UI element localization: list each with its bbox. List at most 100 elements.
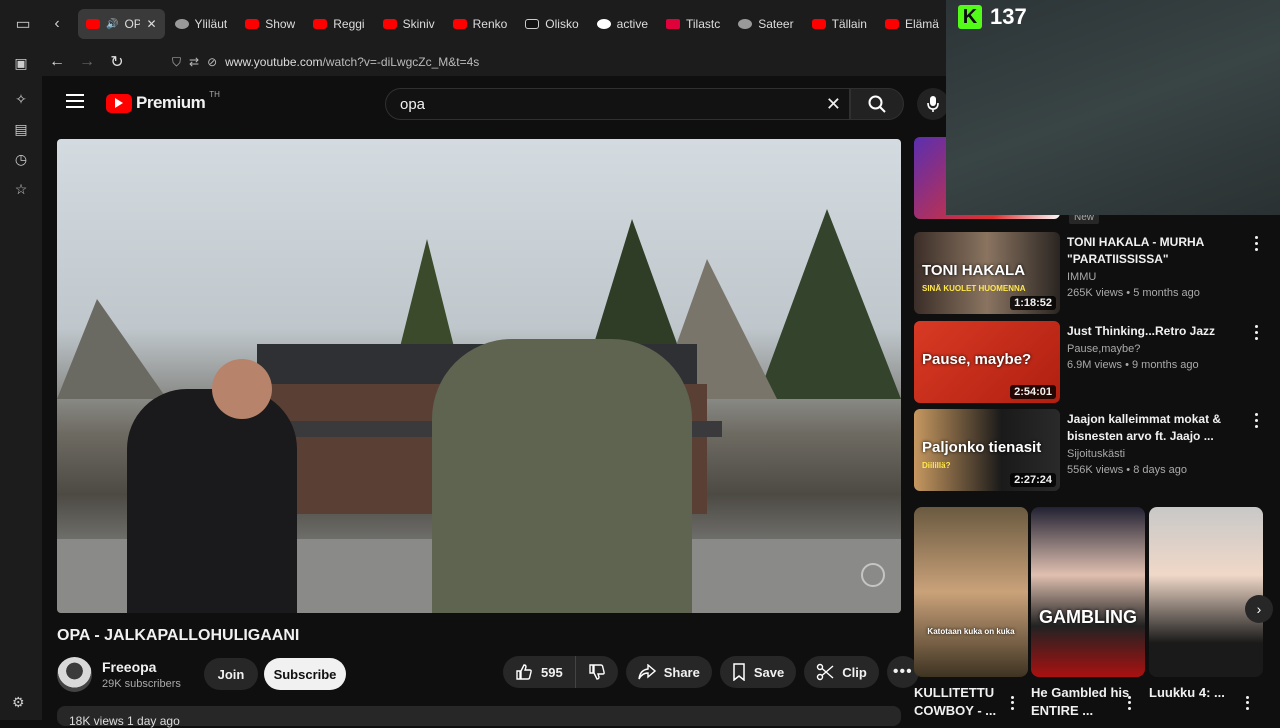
url-field[interactable]: ⛉ ⇄ ⊘ www.youtube.com/watch?v=-diLwgcZc_… [172, 55, 479, 70]
youtube-premium-logo[interactable]: Premium TH [106, 90, 220, 113]
short-title[interactable]: KULLITETTU COWBOY - ... [914, 684, 1014, 720]
clear-search-icon[interactable]: ✕ [826, 94, 841, 115]
tab-0[interactable]: 🔊 OPA ✕ [78, 9, 165, 39]
ai-sparkle-icon[interactable]: ✧ [0, 84, 42, 114]
more-vertical-icon[interactable] [1250, 234, 1262, 252]
video-player[interactable] [57, 139, 901, 613]
rec-item[interactable]: Paljonko tienasit Diilillä? 2:27:24 Jaajon … [914, 409, 1280, 491]
rec-title[interactable]: Jaajon kalleimmat mokat & bisnesten arvo… [1067, 411, 1247, 445]
more-vertical-icon[interactable] [1006, 695, 1018, 711]
collections-icon[interactable]: ▤ [0, 114, 42, 144]
rec-channel[interactable]: Sijoituskästi [1067, 448, 1247, 460]
share-button[interactable]: Share [625, 656, 712, 688]
scissors-icon [817, 663, 834, 681]
logo-text: Premium [136, 93, 206, 112]
voice-search-button[interactable] [917, 88, 949, 120]
tab-2[interactable]: Show [237, 9, 303, 39]
back-arrow-icon[interactable]: ← [42, 53, 72, 71]
google-icon [596, 19, 611, 29]
youtube-play-icon [106, 93, 132, 113]
search-icon [868, 95, 886, 113]
tab-1[interactable]: Yliläut [167, 9, 236, 39]
more-vertical-icon[interactable] [1250, 411, 1262, 429]
rec-thumbnail[interactable]: Paljonko tienasit Diilillä? 2:27:24 [914, 409, 1060, 491]
share-label: Share [663, 664, 700, 680]
rec-thumbnail[interactable]: TONI HAKALA SINÄ KUOLET HUOMENNA 1:18:52 [914, 232, 1060, 314]
tab-label: Renko [472, 17, 508, 31]
subscribe-button[interactable]: Subscribe [264, 658, 346, 690]
tab-manager-icon[interactable]: ▭ [8, 9, 38, 39]
rec-item[interactable]: Pause, maybe? 2:54:01 Just Thinking...Retr… [914, 321, 1280, 403]
more-vertical-icon[interactable] [1241, 695, 1253, 711]
tab-7[interactable]: active [589, 9, 656, 39]
site-settings-icon[interactable]: ⇄ [189, 55, 199, 69]
bird-icon [738, 19, 753, 29]
tab-back-icon[interactable]: ‹ [42, 9, 72, 39]
channel-avatar[interactable] [57, 656, 92, 692]
clip-label: Clip [842, 664, 867, 680]
short-thumbnail[interactable]: GAMBLING [1031, 507, 1145, 677]
settings-gear-icon[interactable]: ⚙ [12, 694, 25, 711]
tab-11[interactable]: Elämä [877, 9, 947, 39]
search-input[interactable]: opa ✕ [385, 88, 850, 120]
like-button[interactable]: 595 [503, 656, 576, 688]
video-title: OPA - JALKAPALLOHULIGAANI [57, 627, 300, 644]
tab-label: active [616, 17, 648, 31]
short-thumbnail[interactable] [1149, 507, 1263, 677]
rec-channel[interactable]: IMMU [1067, 271, 1247, 283]
video-owner: Freeopa 29K subscribers Join Subscribe [57, 655, 346, 693]
tab-label: OPA [124, 17, 141, 31]
tab-3[interactable]: Reggi [305, 9, 372, 39]
short-thumbnail[interactable]: Katotaan kuka on kuka [914, 507, 1028, 677]
bird-icon [174, 19, 189, 29]
rec-thumbnail[interactable]: Pause, maybe? 2:54:01 [914, 321, 1060, 403]
short-title[interactable]: Luukku 4: ... [1149, 684, 1249, 702]
save-button[interactable]: Save [719, 656, 797, 688]
forward-arrow-icon[interactable]: → [72, 53, 102, 71]
description-box[interactable]: 18K views 1 day ago [57, 706, 901, 728]
overlay-counter: K 137 [958, 4, 1027, 30]
short-title[interactable]: He Gambled his ENTIRE ... [1031, 684, 1131, 720]
video-frame-person-left-head [212, 359, 272, 419]
shorts-next-button[interactable]: › [1245, 595, 1273, 623]
tab-6[interactable]: Olisko [517, 9, 586, 39]
more-vertical-icon[interactable] [1123, 695, 1135, 711]
dislike-button[interactable] [576, 656, 618, 688]
close-tab-icon[interactable]: ✕ [146, 17, 156, 31]
history-icon[interactable]: ◷ [0, 144, 42, 174]
tab-9[interactable]: Sateer [730, 9, 801, 39]
youtube-icon [86, 19, 100, 29]
tab-5[interactable]: Renko [445, 9, 516, 39]
reload-icon[interactable]: ↻ [102, 52, 132, 72]
tracking-off-icon[interactable]: ⊘ [207, 55, 217, 69]
microphone-icon [927, 96, 939, 112]
youtube-icon [382, 19, 397, 29]
favorites-icon[interactable]: ☆ [0, 174, 42, 204]
more-vertical-icon[interactable] [1250, 323, 1262, 341]
player-overlay-icon[interactable] [861, 563, 885, 587]
clip-button[interactable]: Clip [804, 656, 879, 688]
search-button[interactable] [850, 88, 904, 120]
menu-hamburger-icon[interactable] [66, 94, 84, 108]
youtube-icon [313, 19, 328, 29]
tab-10[interactable]: Tällain [804, 9, 875, 39]
tab-label: Olisko [545, 17, 579, 31]
rec-title[interactable]: Just Thinking...Retro Jazz [1067, 323, 1247, 340]
thumb-text: Paljonko tienasit [922, 439, 1042, 456]
thumb-subtext: Diilillä? [922, 461, 951, 470]
audio-playing-icon[interactable]: 🔊 [106, 19, 118, 30]
video-actions: 595 Share Save Clip ••• [503, 656, 919, 688]
rec-title[interactable]: TONI HAKALA - MURHA "PARATIISSISSA" [1067, 234, 1247, 268]
rec-item[interactable]: TONI HAKALA SINÄ KUOLET HUOMENNA 1:18:52 TO… [914, 232, 1280, 314]
tab-4[interactable]: Skiniv [375, 9, 443, 39]
thumb-text: Pause, maybe? [922, 351, 1032, 368]
shield-icon[interactable]: ⛉ [172, 55, 181, 70]
join-button[interactable]: Join [204, 658, 258, 690]
shorts-shelf: Katotaan kuka on kuka KULLITETTU COWBOY -… [914, 507, 1280, 720]
channel-name[interactable]: Freeopa [102, 659, 202, 675]
rec-channel[interactable]: Pause,maybe? [1067, 343, 1247, 355]
sidebar-toggle-icon[interactable]: ▣ [0, 48, 42, 78]
kick-logo-icon: K [958, 5, 982, 29]
chevron-right-icon: › [1256, 601, 1262, 617]
tab-8[interactable]: Tilastc [658, 9, 728, 39]
